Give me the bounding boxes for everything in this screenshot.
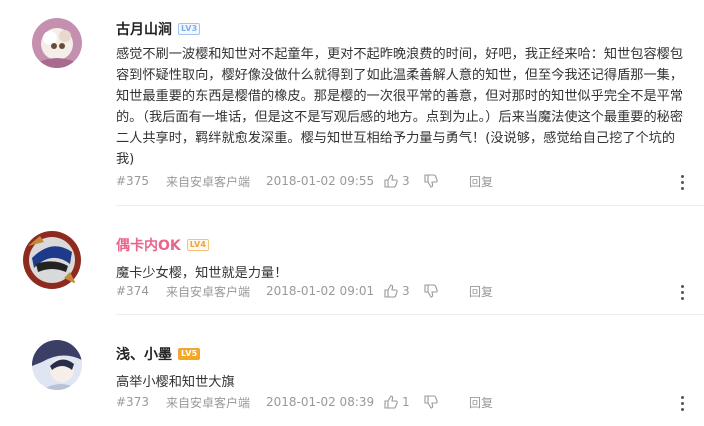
comment-text: 感觉不刷一波樱和知世对不起童年，更对不起昨晚浪费的时间，好吧，我正经来哈：知世包… <box>116 47 684 167</box>
comment-text: 高举小樱和知世大旗 <box>116 375 235 390</box>
client-source: 来自安卓客户端 <box>166 395 251 410</box>
more-options-icon[interactable] <box>680 396 684 414</box>
reply-button[interactable]: 回复 <box>469 394 509 411</box>
like-button[interactable]: 3 <box>384 174 424 188</box>
timestamp: 2018-01-02 09:01 <box>266 284 375 298</box>
thumbs-up-icon <box>384 284 398 298</box>
level-badge: LV3 <box>178 23 201 35</box>
divider <box>116 314 704 315</box>
client-source: 来自安卓客户端 <box>166 284 251 299</box>
timestamp: 2018-01-02 09:55 <box>266 174 375 188</box>
like-count: 1 <box>402 395 410 409</box>
thumbs-down-icon <box>424 284 438 298</box>
reply-button[interactable]: 回复 <box>469 173 509 190</box>
comment-meta: #375 来自安卓客户端 2018-01-02 09:55 3 回复 <box>116 173 684 189</box>
floor-number: #375 <box>116 174 149 188</box>
dislike-button[interactable] <box>424 284 469 298</box>
timestamp: 2018-01-02 08:39 <box>266 395 375 409</box>
comment-text: 魔卡少女樱，知世就是力量！ <box>116 266 288 281</box>
username[interactable]: 浅、小墨 <box>116 344 172 364</box>
reply-button[interactable]: 回复 <box>469 283 509 300</box>
like-count: 3 <box>402 174 410 188</box>
floor-number: #373 <box>116 395 149 409</box>
divider <box>116 205 704 206</box>
avatar[interactable] <box>20 228 84 292</box>
client-source: 来自安卓客户端 <box>166 174 251 189</box>
more-options-icon[interactable] <box>680 175 684 193</box>
like-count: 3 <box>402 284 410 298</box>
username[interactable]: 偶卡内OK <box>116 235 181 255</box>
avatar[interactable] <box>32 340 82 390</box>
username[interactable]: 古月山涧 <box>116 19 172 39</box>
thumbs-down-icon <box>424 174 438 188</box>
like-button[interactable]: 1 <box>384 395 424 409</box>
level-badge: LV5 <box>178 348 201 360</box>
more-options-icon[interactable] <box>680 285 684 303</box>
thumbs-up-icon <box>384 395 398 409</box>
thumbs-up-icon <box>384 174 398 188</box>
dislike-button[interactable] <box>424 174 469 188</box>
comment-meta: #373 来自安卓客户端 2018-01-02 08:39 1 回复 <box>116 394 684 410</box>
level-badge: LV4 <box>186 239 210 251</box>
floor-number: #374 <box>116 284 149 298</box>
comment-meta: #374 来自安卓客户端 2018-01-02 09:01 3 回复 <box>116 283 684 299</box>
avatar[interactable] <box>32 18 82 68</box>
like-button[interactable]: 3 <box>384 284 424 298</box>
thumbs-down-icon <box>424 395 438 409</box>
dislike-button[interactable] <box>424 395 469 409</box>
